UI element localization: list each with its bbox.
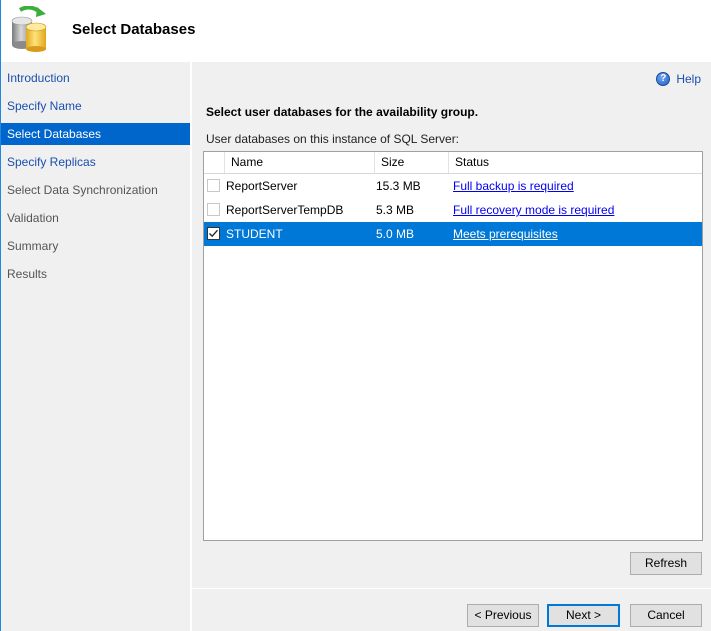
checkmark-icon (209, 229, 218, 238)
status-link[interactable]: Full backup is required (453, 174, 574, 198)
grid-header: Name Size Status (204, 152, 702, 174)
column-header-check[interactable] (204, 152, 224, 173)
previous-button[interactable]: < Previous (467, 604, 539, 627)
cancel-button[interactable]: Cancel (630, 604, 702, 627)
status-link[interactable]: Full recovery mode is required (453, 198, 614, 222)
footer-separator (192, 588, 711, 589)
sidebar-item-introduction[interactable]: Introduction (0, 67, 190, 89)
sidebar-item-select-data-synchronization: Select Data Synchronization (7, 183, 158, 197)
databases-grid: Name Size Status ReportServer 15.3 MB Fu… (203, 151, 703, 541)
column-header-size[interactable]: Size (374, 152, 448, 173)
row-checkbox[interactable] (207, 179, 220, 192)
row-checkbox[interactable] (207, 203, 220, 216)
row-checkbox-checked[interactable] (207, 227, 220, 240)
instruction-text: Select user databases for the availabili… (206, 105, 479, 119)
grid-label: User databases on this instance of SQL S… (206, 132, 460, 146)
table-row[interactable]: ReportServerTempDB 5.3 MB Full recovery … (204, 198, 702, 222)
main-panel: ? Help Select user databases for the ava… (192, 62, 711, 631)
table-row-selected[interactable]: STUDENT 5.0 MB Meets prerequisites (204, 222, 702, 246)
question-circle-icon: ? (656, 72, 671, 86)
database-name: ReportServer (226, 179, 298, 193)
sidebar-item-results: Results (7, 267, 48, 281)
sidebar-item-select-databases[interactable]: Select Databases (0, 123, 190, 145)
sidebar-item-validation: Validation (7, 211, 59, 225)
database-name: ReportServerTempDB (226, 203, 344, 217)
column-header-name[interactable]: Name (224, 152, 374, 173)
page-title: Select Databases (72, 21, 196, 38)
sidebar-item-specify-replicas[interactable]: Specify Replicas (0, 151, 190, 173)
status-link[interactable]: Meets prerequisites (453, 222, 558, 246)
help-label: Help (676, 72, 701, 86)
next-button[interactable]: Next > (547, 604, 620, 627)
window-frame-edge (0, 0, 1, 631)
sidebar-item-specify-name[interactable]: Specify Name (0, 95, 190, 117)
column-header-status[interactable]: Status (448, 152, 702, 173)
sidebar-item-summary: Summary (7, 239, 59, 253)
database-size: 5.0 MB (376, 227, 415, 241)
table-row[interactable]: ReportServer 15.3 MB Full backup is requ… (204, 174, 702, 198)
wizard-steps-sidebar: Introduction Specify Name Select Databas… (0, 62, 190, 631)
help-link[interactable]: ? Help (656, 71, 701, 87)
database-name: STUDENT (226, 227, 283, 241)
database-size: 15.3 MB (376, 179, 421, 193)
database-size: 5.3 MB (376, 203, 415, 217)
refresh-button[interactable]: Refresh (630, 552, 702, 575)
database-sync-icon (11, 6, 47, 52)
wizard-header: Select Databases (0, 0, 711, 62)
